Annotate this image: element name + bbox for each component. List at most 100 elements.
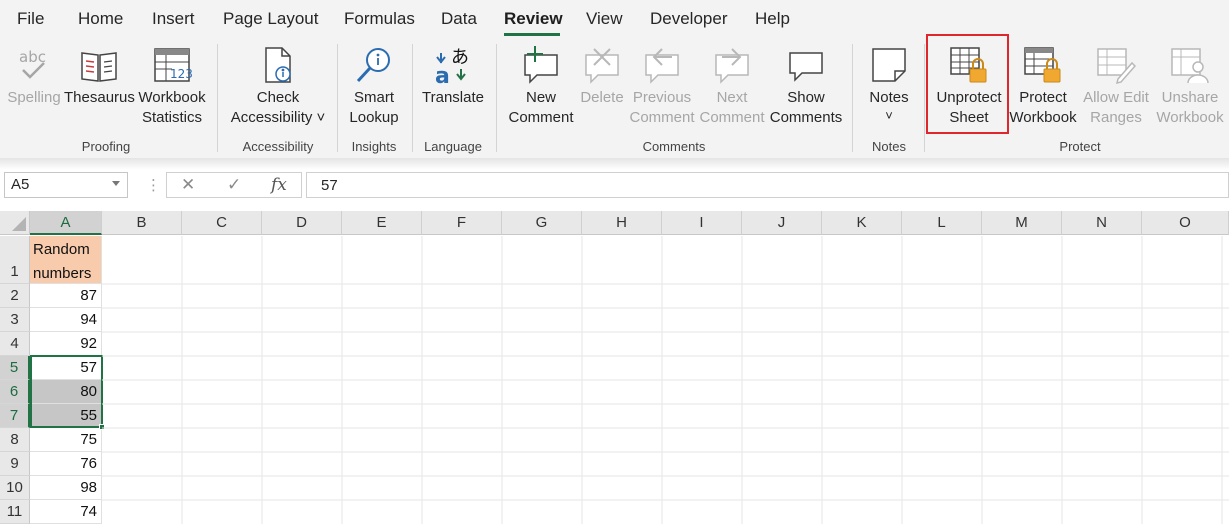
cell-a8[interactable]: 75 xyxy=(30,428,102,452)
menu-insert[interactable]: Insert xyxy=(152,9,195,29)
menu-page-layout[interactable]: Page Layout xyxy=(223,9,318,29)
cell-a11[interactable]: 74 xyxy=(30,500,102,524)
cell-a10[interactable]: 98 xyxy=(30,476,102,500)
row-header-9[interactable]: 9 xyxy=(0,452,30,476)
protect-workbook-label-2: Workbook xyxy=(1009,109,1077,126)
thesaurus-icon xyxy=(81,52,117,82)
column-header-m[interactable]: M xyxy=(982,211,1062,235)
cell-a1[interactable]: Random numbers xyxy=(30,236,102,284)
column-header-h[interactable]: H xyxy=(582,211,662,235)
name-box[interactable]: A5 xyxy=(4,172,128,198)
separator xyxy=(217,44,218,152)
formula-value: 57 xyxy=(321,177,338,194)
separator xyxy=(924,44,925,152)
active-tab-indicator xyxy=(504,33,560,36)
allow-edit-ranges-button[interactable]: Allow Edit Ranges xyxy=(1080,38,1152,133)
menu-file[interactable]: File xyxy=(17,9,44,29)
menu-home[interactable]: Home xyxy=(78,9,123,29)
allow-edit-ranges-label-2: Ranges xyxy=(1090,109,1142,126)
column-header-f[interactable]: F xyxy=(422,211,502,235)
row-header-8[interactable]: 8 xyxy=(0,428,30,452)
name-box-dropdown-icon[interactable] xyxy=(112,181,120,186)
row-header-5[interactable]: 5 xyxy=(0,356,30,380)
row-header-3[interactable]: 3 xyxy=(0,308,30,332)
column-header-b[interactable]: B xyxy=(102,211,182,235)
empty-grid xyxy=(102,236,1229,524)
column-header-a[interactable]: A xyxy=(30,211,102,235)
protect-group-label: Protect xyxy=(1059,139,1101,154)
cell-a3[interactable]: 94 xyxy=(30,308,102,332)
menu-data[interactable]: Data xyxy=(441,9,477,29)
check-accessibility-label-2: Accessibility ˅ xyxy=(230,109,326,126)
svg-text:123: 123 xyxy=(170,67,192,81)
spelling-icon: abc xyxy=(19,48,46,79)
name-box-value: A5 xyxy=(11,176,30,193)
column-header-l[interactable]: L xyxy=(902,211,982,235)
cell-a9[interactable]: 76 xyxy=(30,452,102,476)
row-header-6[interactable]: 6 xyxy=(0,380,30,404)
show-comments-icon xyxy=(789,52,823,82)
row-header-11[interactable]: 11 xyxy=(0,500,30,524)
column-header-k[interactable]: K xyxy=(822,211,902,235)
formula-input[interactable]: 57 xyxy=(306,172,1229,198)
workbook-statistics-label-2: Statistics xyxy=(141,109,202,126)
cell-a4[interactable]: 92 xyxy=(30,332,102,356)
notes-group-label: Notes xyxy=(872,139,906,154)
protect-workbook-button[interactable]: Protect Workbook xyxy=(1007,38,1079,133)
new-comment-button[interactable]: New Comment xyxy=(504,38,578,133)
row-header-2[interactable]: 2 xyxy=(0,284,30,308)
previous-comment-label-2: Comment xyxy=(629,109,695,126)
protect-workbook-label-1: Protect xyxy=(1019,89,1067,106)
row-header-4[interactable]: 4 xyxy=(0,332,30,356)
smart-lookup-button[interactable]: Smart Lookup xyxy=(342,38,406,133)
translate-button[interactable]: a あ Translate xyxy=(418,38,488,133)
column-header-g[interactable]: G xyxy=(502,211,582,235)
separator xyxy=(412,44,413,152)
previous-comment-button[interactable]: Previous Comment xyxy=(628,38,696,133)
row-header-7[interactable]: 7 xyxy=(0,404,30,428)
accessibility-group-label: Accessibility xyxy=(242,139,314,154)
delete-comment-icon xyxy=(585,48,619,84)
workbook-statistics-label-1: Workbook xyxy=(138,89,206,106)
menu-formulas[interactable]: Formulas xyxy=(344,9,415,29)
column-header-n[interactable]: N xyxy=(1062,211,1142,235)
column-header-j[interactable]: J xyxy=(742,211,822,235)
allow-edit-ranges-label-1: Allow Edit xyxy=(1083,89,1149,106)
new-comment-label-2: Comment xyxy=(508,109,574,126)
column-header-d[interactable]: D xyxy=(262,211,342,235)
smart-lookup-label-1: Smart xyxy=(353,89,394,106)
row-header-10[interactable]: 10 xyxy=(0,476,30,500)
thesaurus-label: Thesaurus xyxy=(64,89,135,106)
menu-review[interactable]: Review xyxy=(504,9,563,29)
formula-bar-resize-handle[interactable]: ⋮ xyxy=(146,176,161,194)
next-comment-button[interactable]: Next Comment xyxy=(698,38,766,133)
unshare-workbook-button[interactable]: Unshare Workbook xyxy=(1154,38,1226,133)
column-header-i[interactable]: I xyxy=(662,211,742,235)
next-comment-label-2: Comment xyxy=(699,109,765,126)
show-comments-label-2: Comments xyxy=(769,109,843,126)
enter-icon[interactable]: ✓ xyxy=(227,175,241,195)
row-header-1[interactable]: 1 xyxy=(0,236,30,284)
check-accessibility-button[interactable]: Check Accessibility ˅ xyxy=(226,38,330,133)
selection-border xyxy=(30,355,103,428)
cell-a2[interactable]: 87 xyxy=(30,284,102,308)
column-header-o[interactable]: O xyxy=(1142,211,1229,235)
menu-view[interactable]: View xyxy=(586,9,623,29)
thesaurus-button[interactable]: Thesaurus xyxy=(64,38,135,133)
delete-comment-button[interactable]: Delete xyxy=(578,38,626,133)
column-header-c[interactable]: C xyxy=(182,211,262,235)
previous-comment-icon xyxy=(645,48,679,84)
cancel-icon[interactable]: ✕ xyxy=(181,175,195,195)
notes-chevron-down-icon: ˅ xyxy=(885,108,893,123)
column-header-e[interactable]: E xyxy=(342,211,422,235)
show-comments-button[interactable]: Show Comments xyxy=(768,38,844,133)
svg-text:a: a xyxy=(435,64,450,85)
language-group-label: Language xyxy=(424,139,482,154)
translate-icon: a あ xyxy=(435,47,469,85)
insert-function-icon[interactable]: fx xyxy=(271,175,287,195)
spelling-button[interactable]: abc Spelling xyxy=(6,38,62,133)
menu-help[interactable]: Help xyxy=(755,9,790,29)
workbook-statistics-button[interactable]: 123 Workbook Statistics xyxy=(136,38,208,133)
notes-button[interactable]: Notes ˅ xyxy=(860,38,918,133)
menu-developer[interactable]: Developer xyxy=(650,9,728,29)
